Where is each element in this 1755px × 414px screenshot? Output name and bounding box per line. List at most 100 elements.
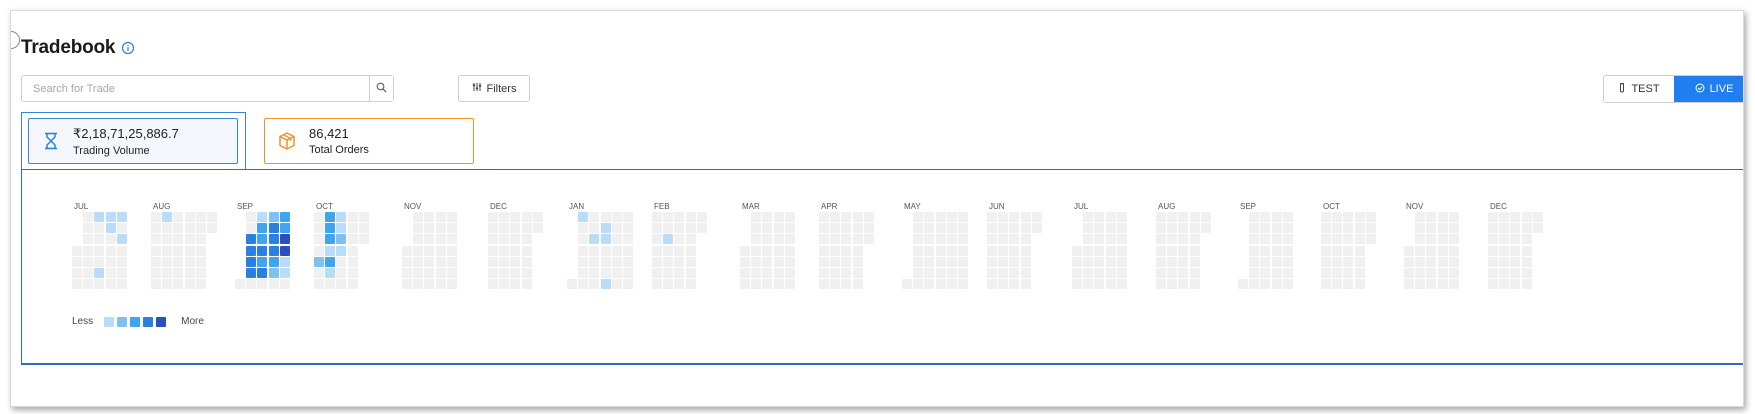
heatmap-cell[interactable] <box>336 256 347 267</box>
heatmap-cell[interactable] <box>1499 256 1510 267</box>
heatmap-cell[interactable] <box>1354 245 1365 256</box>
heatmap-cell[interactable] <box>151 279 161 290</box>
heatmap-cell[interactable] <box>578 223 589 234</box>
heatmap-cell[interactable] <box>510 234 521 245</box>
heatmap-cell[interactable] <box>279 245 290 256</box>
heatmap-cell[interactable] <box>83 279 94 290</box>
heatmap-cell[interactable] <box>246 223 257 234</box>
heatmap-cell[interactable] <box>841 245 852 256</box>
heatmap-cell[interactable] <box>1521 279 1532 290</box>
heatmap-cell[interactable] <box>424 212 435 222</box>
heatmap-cell[interactable] <box>1321 223 1331 234</box>
heatmap-cell[interactable] <box>935 279 946 290</box>
heatmap-cell[interactable] <box>1532 212 1543 222</box>
heatmap-cell[interactable] <box>987 279 997 290</box>
heatmap-cell[interactable] <box>279 256 290 267</box>
heatmap-cell[interactable] <box>184 256 195 267</box>
heatmap-cell[interactable] <box>246 245 257 256</box>
live-mode-button[interactable]: LIVE <box>1674 76 1743 102</box>
heatmap-cell[interactable] <box>510 212 521 222</box>
heatmap-cell[interactable] <box>652 245 662 256</box>
heatmap-cell[interactable] <box>852 223 863 234</box>
heatmap-cell[interactable] <box>987 223 997 234</box>
heatmap-cell[interactable] <box>1437 279 1448 290</box>
heatmap-cell[interactable] <box>1332 256 1343 267</box>
heatmap-cell[interactable] <box>1437 245 1448 256</box>
heatmap-cell[interactable] <box>1415 256 1426 267</box>
heatmap-cell[interactable] <box>424 268 435 278</box>
heatmap-cell[interactable] <box>279 279 290 290</box>
heatmap-cell[interactable] <box>336 245 347 256</box>
heatmap-cell[interactable] <box>751 268 762 278</box>
heatmap-cell[interactable] <box>1332 234 1343 245</box>
heatmap-cell[interactable] <box>162 223 173 234</box>
heatmap-cell[interactable] <box>1343 268 1354 278</box>
heatmap-cell[interactable] <box>1321 245 1331 256</box>
heatmap-cell[interactable] <box>358 212 369 222</box>
heatmap-cell[interactable] <box>852 212 863 222</box>
heatmap-cell[interactable] <box>762 256 773 267</box>
heatmap-cell[interactable] <box>1354 223 1365 234</box>
heatmap-cell[interactable] <box>1260 279 1271 290</box>
heatmap-cell[interactable] <box>1332 245 1343 256</box>
heatmap-cell[interactable] <box>435 212 446 222</box>
heatmap-cell[interactable] <box>830 245 841 256</box>
heatmap-cell[interactable] <box>611 234 622 245</box>
heatmap-cell[interactable] <box>1404 268 1414 278</box>
heatmap-cell[interactable] <box>1178 212 1189 222</box>
heatmap-cell[interactable] <box>413 245 424 256</box>
heatmap-cell[interactable] <box>1488 256 1498 267</box>
heatmap-cell[interactable] <box>1499 212 1510 222</box>
heatmap-cell[interactable] <box>863 223 874 234</box>
heatmap-cell[interactable] <box>1156 234 1166 245</box>
heatmap-cell[interactable] <box>499 234 510 245</box>
heatmap-cell[interactable] <box>1282 256 1293 267</box>
heatmap-cell[interactable] <box>623 256 633 267</box>
heatmap-cell[interactable] <box>257 223 268 234</box>
heatmap-cell[interactable] <box>358 223 369 234</box>
heatmap-cell[interactable] <box>1249 234 1260 245</box>
heatmap-cell[interactable] <box>488 279 498 290</box>
heatmap-cell[interactable] <box>83 223 94 234</box>
heatmap-cell[interactable] <box>116 234 127 245</box>
heatmap-cell[interactable] <box>946 223 957 234</box>
heatmap-cell[interactable] <box>1260 268 1271 278</box>
heatmap-cell[interactable] <box>998 245 1009 256</box>
heatmap-cell[interactable] <box>773 212 784 222</box>
heatmap-cell[interactable] <box>652 234 662 245</box>
heatmap-cell[interactable] <box>1167 212 1178 222</box>
heatmap-cell[interactable] <box>1156 279 1166 290</box>
heatmap-cell[interactable] <box>402 256 412 267</box>
heatmap-cell[interactable] <box>1116 212 1127 222</box>
heatmap-cell[interactable] <box>413 279 424 290</box>
heatmap-cell[interactable] <box>1321 268 1331 278</box>
heatmap-cell[interactable] <box>1072 245 1082 256</box>
heatmap-cell[interactable] <box>1031 223 1042 234</box>
heatmap-cell[interactable] <box>924 212 935 222</box>
heatmap-cell[interactable] <box>1448 245 1459 256</box>
heatmap-cell[interactable] <box>1343 223 1354 234</box>
heatmap-cell[interactable] <box>674 268 685 278</box>
heatmap-cell[interactable] <box>1510 268 1521 278</box>
heatmap-cell[interactable] <box>685 245 696 256</box>
heatmap-cell[interactable] <box>773 245 784 256</box>
heatmap-cell[interactable] <box>446 279 457 290</box>
heatmap-cell[interactable] <box>1343 245 1354 256</box>
heatmap-cell[interactable] <box>510 279 521 290</box>
heatmap-cell[interactable] <box>446 256 457 267</box>
heatmap-cell[interactable] <box>1448 268 1459 278</box>
heatmap-cell[interactable] <box>924 279 935 290</box>
heatmap-cell[interactable] <box>1009 245 1020 256</box>
heatmap-cell[interactable] <box>1521 268 1532 278</box>
heatmap-cell[interactable] <box>1532 223 1543 234</box>
heatmap-cell[interactable] <box>1354 279 1365 290</box>
heatmap-cell[interactable] <box>1105 245 1116 256</box>
heatmap-cell[interactable] <box>1415 245 1426 256</box>
heatmap-cell[interactable] <box>488 268 498 278</box>
heatmap-cell[interactable] <box>830 234 841 245</box>
heatmap-cell[interactable] <box>1094 279 1105 290</box>
heatmap-cell[interactable] <box>257 234 268 245</box>
heatmap-cell[interactable] <box>1354 212 1365 222</box>
heatmap-cell[interactable] <box>611 279 622 290</box>
heatmap-cell[interactable] <box>674 279 685 290</box>
